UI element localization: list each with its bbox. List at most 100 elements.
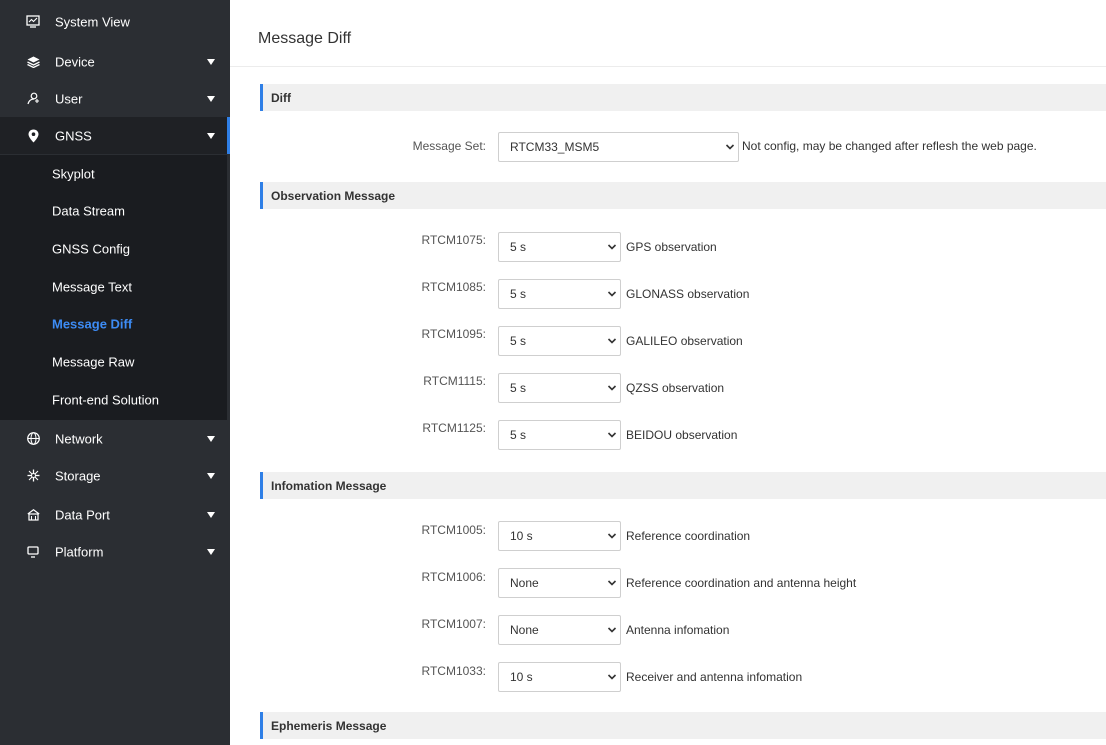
rtcm1095-label: RTCM1095:: [421, 327, 486, 341]
caret-down-icon: [207, 472, 215, 479]
rtcm1005-value: 10 s: [510, 529, 533, 543]
rtcm1095-select[interactable]: 5 s: [498, 326, 621, 356]
submenu-item-skyplot[interactable]: Skyplot: [0, 155, 227, 192]
section-title: Infomation Message: [271, 478, 387, 493]
rtcm1006-value: None: [510, 576, 539, 590]
rtcm1125-description: BEIDOU observation: [626, 428, 738, 442]
rtcm1007-description: Antenna infomation: [626, 623, 730, 637]
sidebar-item-system-view[interactable]: System View: [0, 3, 230, 40]
location-pin-icon: [26, 129, 40, 143]
rtcm1033-label: RTCM1033:: [421, 664, 486, 678]
sidebar-item-network[interactable]: Network: [0, 420, 230, 457]
section-title: Diff: [271, 90, 291, 105]
layers-icon: [26, 55, 40, 69]
rtcm1115-description: QZSS observation: [626, 381, 725, 395]
chevron-down-icon: [607, 627, 617, 633]
rtcm1006-description: Reference coordination and antenna heigh…: [626, 576, 857, 590]
section-header-information: Infomation Message: [260, 472, 1106, 499]
submenu-item-front-end-solution[interactable]: Front-end Solution: [0, 381, 227, 418]
rtcm1085-description: GLONASS observation: [626, 287, 750, 301]
rtcm1125-value: 5 s: [510, 428, 527, 442]
caret-down-icon: [207, 435, 215, 442]
sidebar-item-data-port[interactable]: Data Port: [0, 496, 230, 533]
data-port-icon: [26, 508, 40, 522]
rtcm1115-select[interactable]: 5 s: [498, 373, 621, 403]
submenu-item-label: GNSS Config: [52, 241, 131, 256]
rtcm1033-value: 10 s: [510, 670, 533, 684]
rtcm1033-select[interactable]: 10 s: [498, 662, 621, 692]
caret-down-icon: [207, 132, 215, 139]
sidebar: System View Device User GNSS Skyplot Dat…: [0, 0, 230, 745]
message-set-select[interactable]: RTCM33_MSM5: [498, 132, 739, 162]
sidebar-item-label: Platform: [55, 544, 104, 559]
section-header-observation: Observation Message: [260, 182, 1106, 209]
page-header: Message Diff: [230, 0, 1106, 67]
submenu-item-label: Message Text: [52, 279, 132, 294]
rtcm1085-value: 5 s: [510, 287, 527, 301]
rtcm1075-value: 5 s: [510, 240, 527, 254]
rtcm1075-select[interactable]: 5 s: [498, 232, 621, 262]
rtcm1085-select[interactable]: 5 s: [498, 279, 621, 309]
rtcm1006-label: RTCM1006:: [421, 570, 486, 584]
rtcm1007-value: None: [510, 623, 539, 637]
sidebar-item-storage[interactable]: Storage: [0, 457, 230, 494]
sidebar-item-user[interactable]: User: [0, 80, 230, 117]
main-content: Message Diff Diff Message Set: RTCM33_MS…: [230, 0, 1106, 745]
caret-down-icon: [207, 548, 215, 555]
section-header-diff: Diff: [260, 84, 1106, 111]
rtcm1085-label: RTCM1085:: [421, 280, 486, 294]
rtcm1095-value: 5 s: [510, 334, 527, 348]
rtcm1005-select[interactable]: 10 s: [498, 521, 621, 551]
submenu-item-label: Message Diff: [52, 316, 133, 331]
sidebar-item-platform[interactable]: Platform: [0, 533, 230, 570]
submenu-item-message-diff[interactable]: Message Diff: [0, 305, 227, 342]
submenu-item-label: Front-end Solution: [52, 392, 159, 407]
rtcm1006-select[interactable]: None: [498, 568, 621, 598]
section-title: Observation Message: [271, 188, 396, 203]
sidebar-item-label: Network: [55, 431, 103, 446]
section-title: Ephemeris Message: [271, 718, 387, 733]
submenu-item-label: Message Raw: [52, 354, 135, 369]
chevron-down-icon: [607, 244, 617, 250]
rtcm1125-select[interactable]: 5 s: [498, 420, 621, 450]
rtcm1115-label: RTCM1115:: [423, 374, 486, 388]
rtcm1005-description: Reference coordination: [626, 529, 751, 543]
chevron-down-icon: [607, 580, 617, 586]
caret-down-icon: [207, 58, 215, 65]
rtcm1095-description: GALILEO observation: [626, 334, 743, 348]
storage-icon: [26, 469, 40, 483]
submenu-item-label: Skyplot: [52, 166, 95, 181]
chevron-down-icon: [607, 432, 617, 438]
submenu-item-message-text[interactable]: Message Text: [0, 268, 227, 305]
rtcm1115-value: 5 s: [510, 381, 527, 395]
submenu-item-label: Data Stream: [52, 203, 125, 218]
gnss-submenu: Skyplot Data Stream GNSS Config Message …: [0, 155, 227, 420]
globe-icon: [26, 432, 40, 446]
chevron-down-icon: [607, 533, 617, 539]
sidebar-item-label: Storage: [55, 468, 101, 483]
submenu-item-message-raw[interactable]: Message Raw: [0, 343, 227, 380]
rtcm1007-label: RTCM1007:: [421, 617, 486, 631]
sidebar-item-gnss[interactable]: GNSS: [0, 117, 230, 154]
chevron-down-icon: [607, 674, 617, 680]
message-set-note: Not config, may be changed after reflesh…: [742, 139, 1037, 153]
app-root: System View Device User GNSS Skyplot Dat…: [0, 0, 1106, 745]
rtcm1075-label: RTCM1075:: [421, 233, 486, 247]
rtcm1075-description: GPS observation: [626, 240, 717, 254]
sidebar-item-label: System View: [55, 14, 130, 29]
submenu-item-data-stream[interactable]: Data Stream: [0, 192, 227, 229]
caret-down-icon: [207, 511, 215, 518]
sidebar-item-device[interactable]: Device: [0, 43, 230, 80]
rtcm1125-label: RTCM1125:: [422, 421, 486, 435]
monitor-icon: [26, 15, 40, 29]
rtcm1033-description: Receiver and antenna infomation: [626, 670, 803, 684]
sidebar-item-label: GNSS: [55, 128, 92, 143]
rtcm1007-select[interactable]: None: [498, 615, 621, 645]
message-set-label: Message Set:: [412, 139, 486, 153]
submenu-item-gnss-config[interactable]: GNSS Config: [0, 230, 227, 267]
message-set-value: RTCM33_MSM5: [510, 140, 600, 154]
chevron-down-icon: [607, 385, 617, 391]
sidebar-item-label: Device: [55, 54, 95, 69]
chevron-down-icon: [607, 291, 617, 297]
sidebar-item-label: Data Port: [55, 507, 110, 522]
